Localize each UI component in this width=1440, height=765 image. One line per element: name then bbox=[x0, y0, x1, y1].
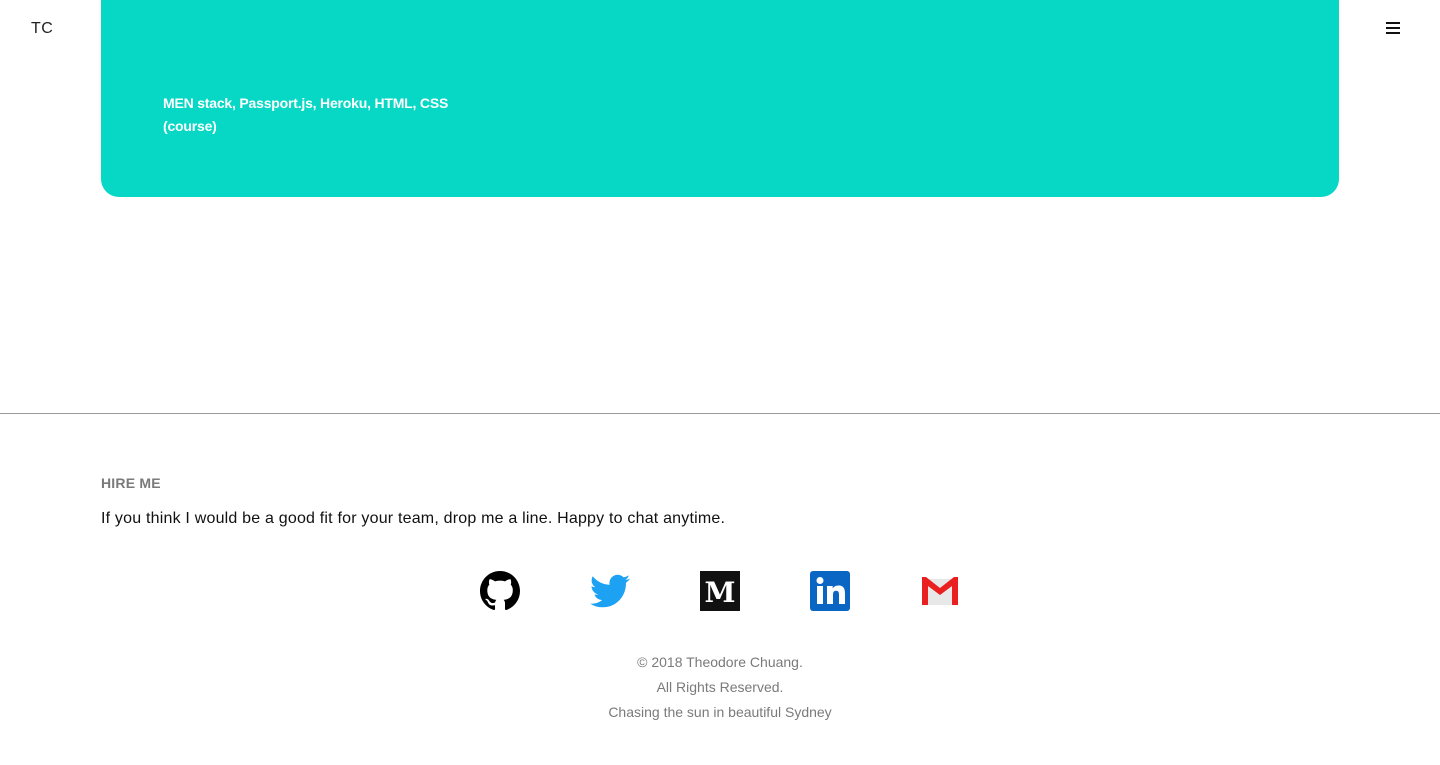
rights-text: All Rights Reserved. bbox=[656, 679, 784, 695]
project-card: MEN stack, Passport.js, Heroku, HTML, CS… bbox=[101, 0, 1339, 197]
gmail-icon bbox=[922, 577, 958, 605]
github-icon bbox=[480, 571, 520, 611]
project-card-text: MEN stack, Passport.js, Heroku, HTML, CS… bbox=[163, 92, 448, 138]
tagline-text: Chasing the sun in beautiful Sydney bbox=[608, 704, 832, 720]
twitter-icon bbox=[590, 574, 630, 608]
menu-bar bbox=[1386, 32, 1400, 34]
linkedin-link[interactable] bbox=[810, 571, 850, 611]
medium-link[interactable]: M bbox=[700, 571, 740, 611]
copyright-text: © 2018 Theodore Chuang. bbox=[637, 654, 803, 670]
project-note: (course) bbox=[163, 118, 217, 134]
linkedin-icon bbox=[810, 571, 850, 611]
logo[interactable]: TC bbox=[31, 20, 53, 38]
github-link[interactable] bbox=[480, 571, 520, 611]
svg-text:M: M bbox=[705, 576, 736, 609]
project-tech-stack: MEN stack, Passport.js, Heroku, HTML, CS… bbox=[163, 95, 449, 111]
gmail-link[interactable] bbox=[920, 571, 960, 611]
section-divider bbox=[0, 413, 1440, 414]
hire-me-heading: HIRE ME bbox=[101, 475, 161, 491]
twitter-link[interactable] bbox=[590, 571, 630, 611]
hire-me-text: If you think I would be a good fit for y… bbox=[101, 510, 726, 527]
medium-icon: M bbox=[700, 571, 740, 611]
hamburger-menu-icon[interactable] bbox=[1386, 22, 1400, 36]
menu-bar bbox=[1386, 22, 1400, 24]
menu-bar bbox=[1386, 27, 1400, 29]
